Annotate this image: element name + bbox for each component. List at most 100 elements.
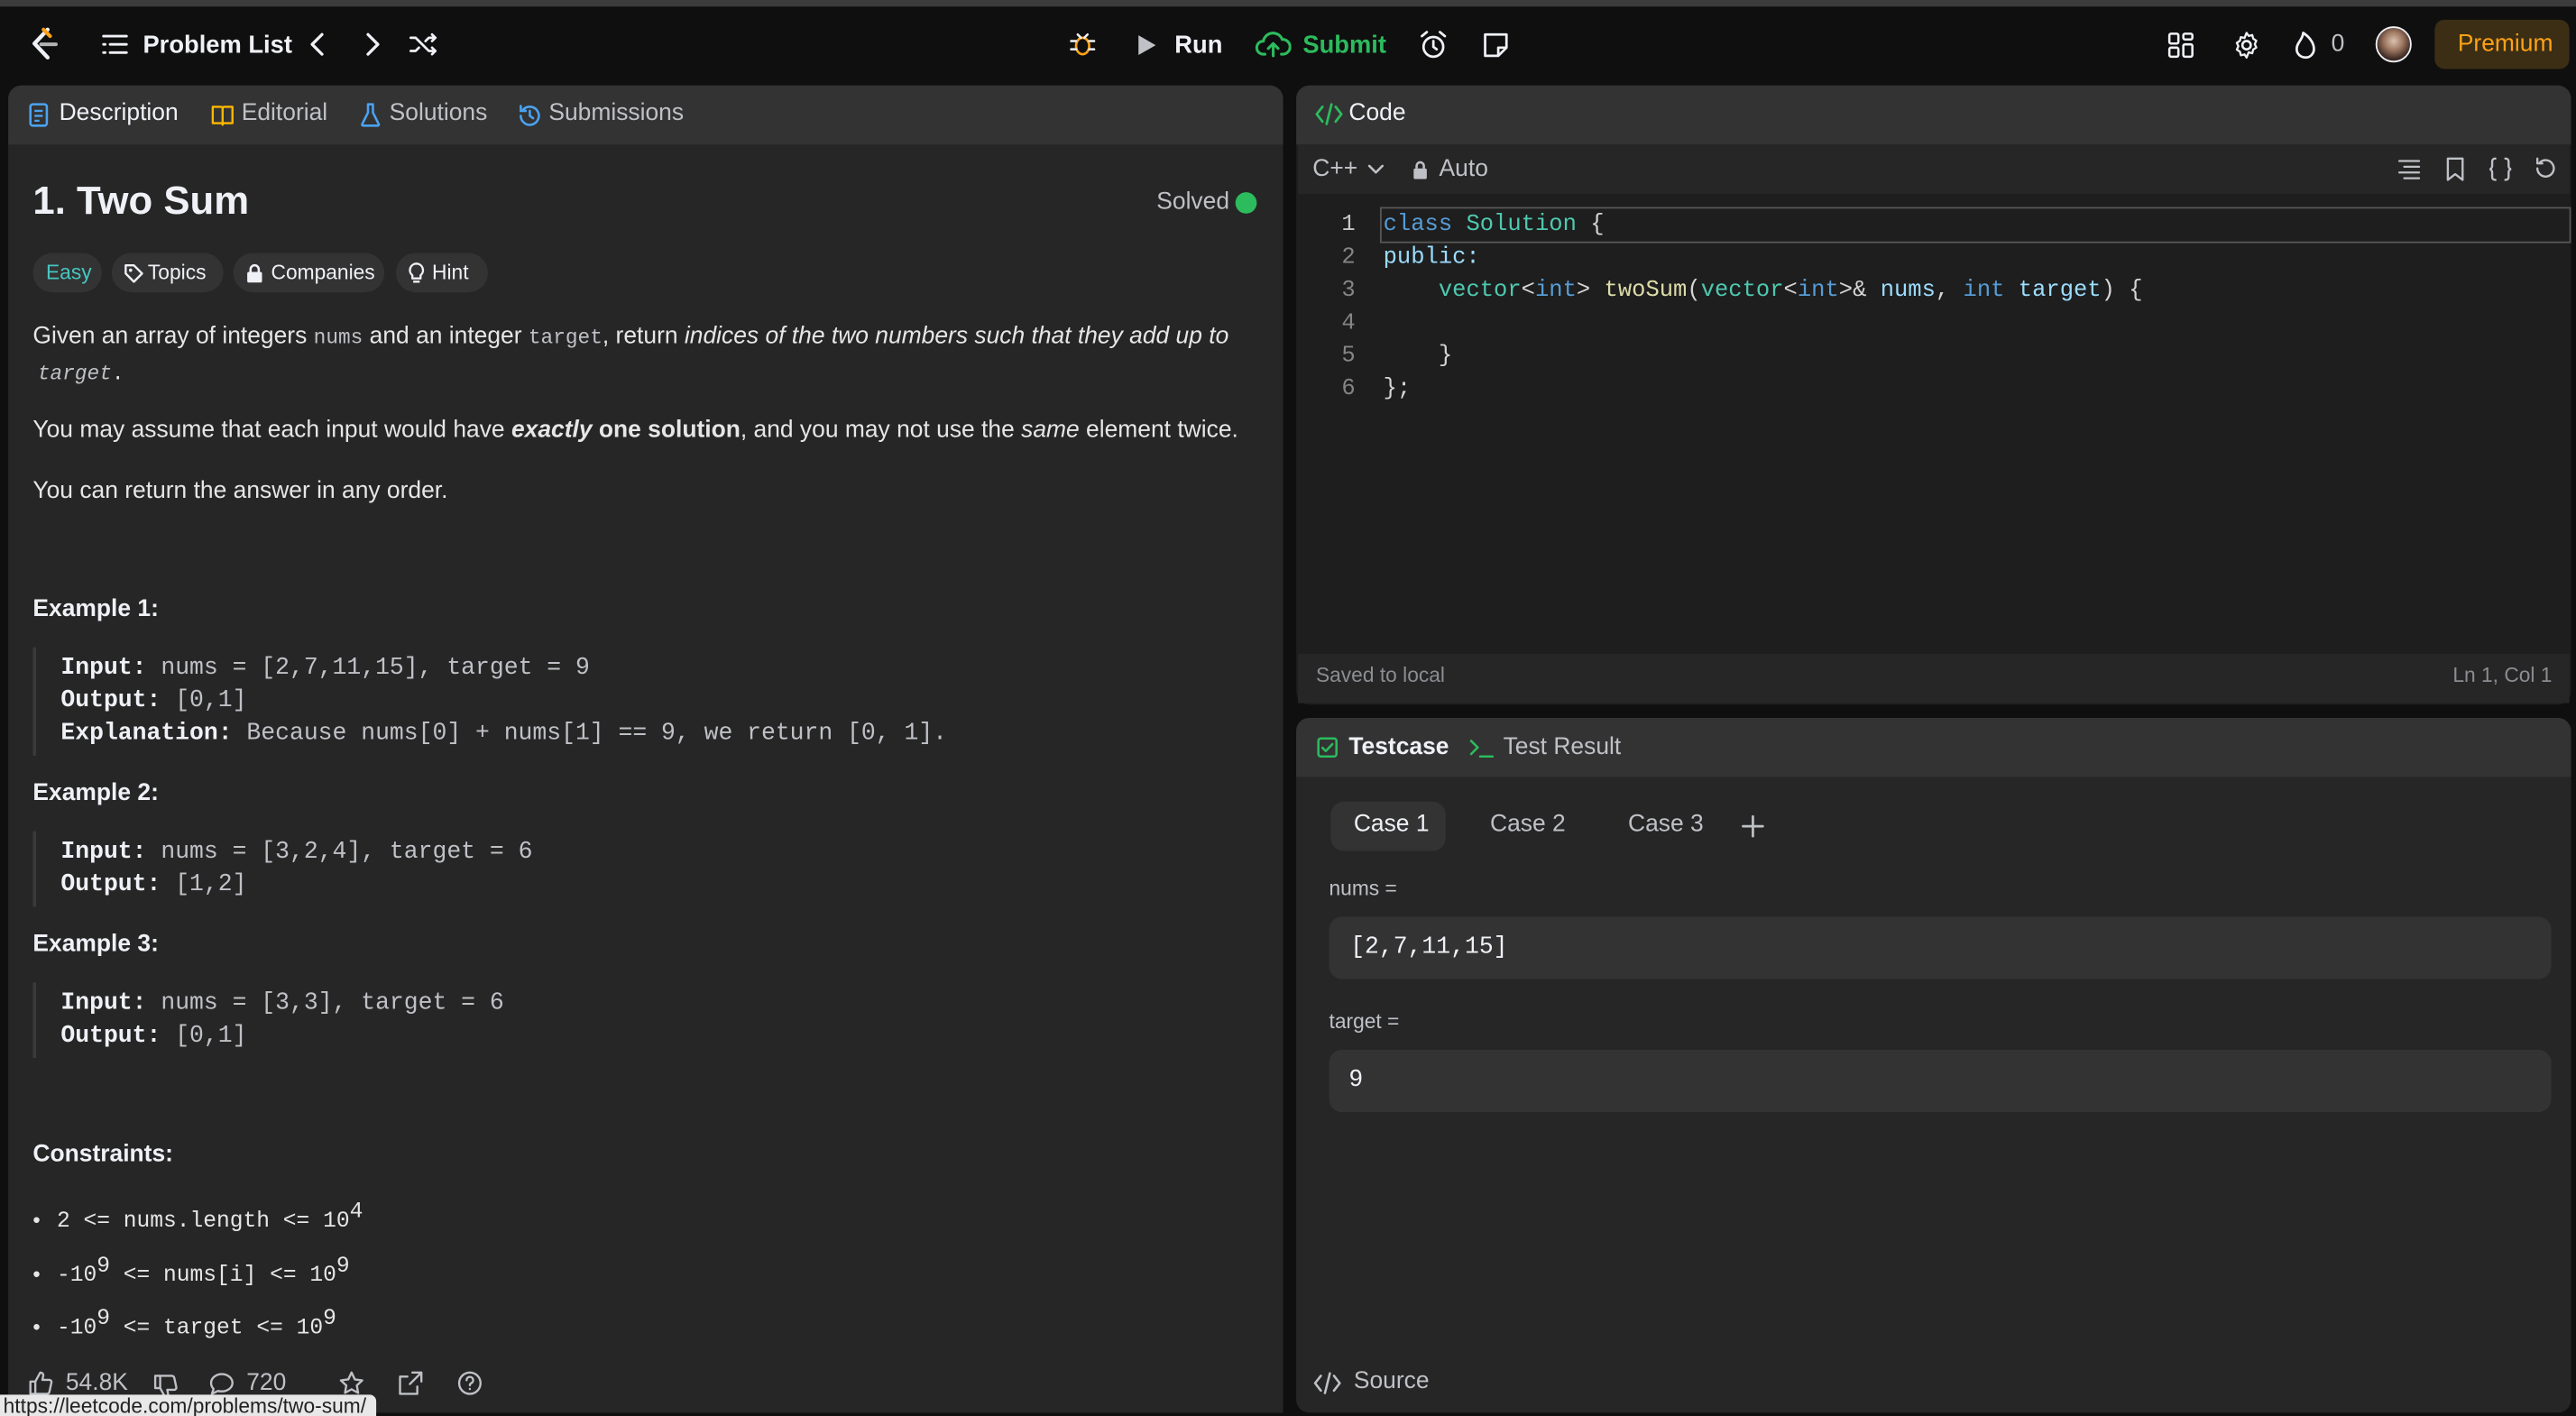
code-token: {: [1576, 211, 1605, 239]
target-value: 9: [1348, 1067, 1364, 1095]
prev-problem-icon[interactable]: [306, 32, 328, 58]
output-label: Output:: [60, 872, 161, 899]
run-button[interactable]: Run: [1130, 23, 1228, 65]
cursor-position: Ln 1, Col 1: [2452, 663, 2553, 687]
settings-gear-icon[interactable]: [2231, 30, 2262, 61]
solved-label: Solved: [1156, 188, 1230, 216]
cloud-upload-icon: [1255, 32, 1292, 58]
bookmark-icon[interactable]: [2444, 156, 2466, 182]
thumbs-up-icon[interactable]: [28, 1370, 54, 1396]
help-icon[interactable]: [456, 1370, 483, 1396]
tab-description-label: Description: [59, 100, 179, 127]
layout-icon[interactable]: [2167, 32, 2194, 60]
case-1-label: Case 1: [1353, 811, 1430, 838]
code-token: twoSum: [1604, 277, 1688, 304]
chevron-down-icon: [1367, 164, 1384, 174]
target-input[interactable]: [1329, 1049, 2552, 1113]
constraint-item: • 2 <= nums.length <= 104: [32, 1200, 363, 1235]
example-1-output: Output: [0,1]: [60, 685, 246, 718]
document-icon: [29, 103, 49, 127]
submit-label: Submit: [1302, 31, 1386, 60]
premium-button[interactable]: Premium: [2434, 19, 2570, 69]
window-top-border: [0, 0, 2576, 7]
solved-check-icon: [1235, 192, 1257, 214]
source-button[interactable]: Source: [1312, 1366, 1444, 1399]
bullet: •: [32, 1207, 41, 1232]
p1-code-nums: nums: [313, 326, 363, 350]
example-2-output: Output: [1,2]: [60, 869, 246, 902]
tab-solutions-label: Solutions: [389, 100, 488, 127]
language-select[interactable]: C++: [1312, 154, 1391, 184]
tab-test-result[interactable]: Test Result: [1468, 732, 1626, 765]
play-icon: [1138, 35, 1156, 56]
tab-submissions[interactable]: Submissions: [518, 98, 688, 131]
constraint-item: • -109 <= nums[i] <= 109: [32, 1255, 349, 1290]
code-token: <: [1521, 277, 1535, 304]
line-number: 3: [1341, 277, 1356, 304]
companies-label: Companies: [271, 261, 375, 285]
lock-icon: [1413, 161, 1427, 179]
p2-exactly: exactly: [511, 417, 593, 444]
braces-icon[interactable]: [2488, 156, 2514, 182]
problem-list-button[interactable]: Problem List: [98, 23, 292, 65]
p1-code-target-2: target: [37, 363, 112, 387]
constraint-exponent: 9: [323, 1307, 336, 1333]
source-label: Source: [1353, 1368, 1430, 1395]
p2-text: element twice.: [1079, 417, 1238, 444]
input-value: nums = [3,2,4], target = 6: [146, 839, 533, 866]
code-token: (: [1687, 277, 1701, 304]
auto-mode-label[interactable]: Auto: [1440, 156, 1488, 182]
star-icon[interactable]: [338, 1370, 364, 1396]
case-3-tab[interactable]: Case 3: [1628, 812, 1704, 838]
code-editor[interactable]: [1384, 212, 2566, 622]
lightbulb-icon: [409, 262, 425, 283]
input-label: Input:: [60, 990, 147, 1017]
leetcode-logo-icon[interactable]: [26, 26, 62, 62]
submit-button[interactable]: Submit: [1255, 23, 1387, 65]
example-1-input: Input: nums = [2,7,11,15], target = 9: [60, 652, 589, 685]
user-avatar[interactable]: [2375, 26, 2412, 63]
tab-editorial[interactable]: Editorial: [210, 98, 334, 131]
constraint-text: -10: [56, 1317, 97, 1342]
note-icon[interactable]: [1482, 32, 1510, 60]
flask-icon: [361, 103, 381, 127]
lock-icon: [247, 263, 262, 283]
reset-icon[interactable]: [2534, 156, 2558, 180]
tab-testcase-label: Testcase: [1348, 734, 1449, 761]
next-problem-icon[interactable]: [362, 32, 384, 58]
hint-button[interactable]: Hint: [395, 253, 488, 293]
p1-code-target: target: [528, 326, 603, 350]
topics-button[interactable]: Topics: [111, 253, 224, 293]
constraints-title: Constraints:: [32, 1141, 173, 1169]
nums-input[interactable]: [1329, 916, 2552, 979]
tab-solutions[interactable]: Solutions: [360, 98, 494, 131]
format-align-icon[interactable]: [2397, 158, 2421, 180]
shuffle-icon[interactable]: [409, 32, 439, 58]
constraint-text: 2 <= nums.length <= 10: [56, 1209, 350, 1236]
p1-text: , return: [602, 323, 685, 350]
difficulty-badge: Easy: [32, 253, 102, 293]
constraint-text: <= nums[i] <= 10: [110, 1264, 336, 1290]
add-case-icon[interactable]: [1742, 814, 1764, 838]
p2-same: same: [1021, 417, 1080, 444]
alarm-clock-icon[interactable]: [1418, 30, 1449, 61]
tab-description[interactable]: Description: [28, 98, 189, 131]
tab-testcase[interactable]: Testcase: [1316, 732, 1449, 765]
constraint-text: <= target <= 10: [110, 1317, 324, 1342]
p2-text: , and you may not use the: [740, 417, 1022, 444]
top-bar: Problem List Run Submit 0 Premium: [0, 0, 2576, 86]
companies-button[interactable]: Companies: [233, 253, 385, 293]
streak-counter[interactable]: 0: [2294, 28, 2350, 64]
share-icon[interactable]: [398, 1370, 424, 1396]
code-token: vector: [1700, 277, 1784, 304]
debug-icon[interactable]: [1068, 30, 1098, 60]
code-token: ) {: [2101, 277, 2143, 304]
p1-text: .: [111, 363, 124, 387]
status-url-tooltip: https://leetcode.com/problems/two-sum/: [0, 1394, 376, 1416]
code-status-bar: [1297, 653, 2570, 703]
comment-icon[interactable]: [208, 1372, 235, 1396]
terminal-icon: [1469, 740, 1495, 759]
case-2-tab[interactable]: Case 2: [1490, 812, 1566, 838]
example-3-input: Input: nums = [3,3], target = 6: [60, 988, 503, 1020]
example-3-title: Example 3:: [32, 931, 159, 958]
